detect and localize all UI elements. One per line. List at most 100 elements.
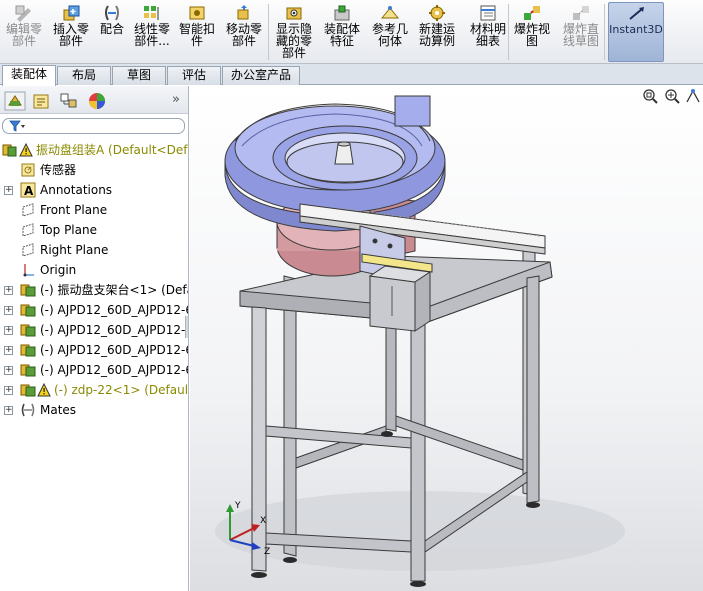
tree-item[interactable]: + (-) AJPD12_60D_AJPD12-60 xyxy=(0,300,188,320)
tab-2[interactable]: 草图 xyxy=(112,66,166,85)
toolbar-button-label: 参考几 何体 xyxy=(371,22,408,48)
expand-toggle-icon[interactable]: + xyxy=(4,286,13,295)
tree-item[interactable]: Front Plane xyxy=(0,200,188,220)
exploded-view-icon xyxy=(522,4,542,22)
filter-bar xyxy=(0,114,188,138)
triad-z-axis xyxy=(229,539,255,547)
toolbar-button-motion-study[interactable]: 新建运 动算例 xyxy=(414,2,460,62)
tree-item-label: Front Plane xyxy=(40,203,108,217)
tree-item-label: 振动盘组装A (Default<Default_Display xyxy=(36,143,188,157)
tree-item[interactable]: + (-) AJPD12_60D_AJPD12-60 xyxy=(0,320,189,340)
tree-item[interactable]: Top Plane xyxy=(0,220,188,240)
feature-manager-icon[interactable] xyxy=(4,91,26,111)
command-manager-toolbar: 编辑零 部件 插入零 部件 配合 线性零 部件... 智能扣 件移动零 部件 显示隐 藏的… xyxy=(0,0,703,64)
origin-icon xyxy=(20,262,36,278)
coordinate-triad: Y X Z xyxy=(226,501,270,557)
toolbar-button-smart-fasteners[interactable]: 智能扣 件 xyxy=(176,2,218,62)
tab-1[interactable]: 布局 xyxy=(57,66,111,85)
tree-item-label: (-) 振动盘支架台<1> (Default< xyxy=(40,283,188,297)
toolbar-button-label: 新建运 动算例 xyxy=(418,22,455,48)
feature-manager-panel: » 振动盘组装A (Default<Default_Display 传感器 + A An… xyxy=(0,86,189,591)
panel-tabs-bar: » xyxy=(0,86,188,114)
toolbar-button-move-component[interactable]: 移动零 部件 xyxy=(220,2,268,62)
tab-3[interactable]: 评估 xyxy=(167,66,221,85)
expand-toggle-icon[interactable]: + xyxy=(4,306,13,315)
mate-icon xyxy=(102,4,122,22)
sensor-icon xyxy=(20,162,36,178)
tree-item-label: (-) AJPD12_60D_AJPD12-60 xyxy=(40,343,189,357)
toolbar-button-label: 材料明 细表 xyxy=(469,22,506,48)
toolbar-button-assembly-features[interactable]: 装配体 特征 xyxy=(318,2,366,62)
tree-item[interactable]: 振动盘组装A (Default<Default_Display xyxy=(0,140,188,160)
triad-y-arrow xyxy=(226,504,234,512)
configuration-manager-icon[interactable] xyxy=(58,91,80,111)
toolbar-button-reference-geometry[interactable]: 参考几 何体 xyxy=(368,2,412,62)
expand-toggle-icon[interactable]: + xyxy=(4,186,13,195)
smart-fasteners-icon xyxy=(187,4,207,22)
tree-item[interactable]: + (-) AJPD12_60D_AJPD12-60 xyxy=(0,340,189,360)
instant3d-icon xyxy=(626,5,646,23)
tree-item[interactable]: Right Plane xyxy=(0,240,188,260)
toolbar-button-label: 爆炸视 图 xyxy=(513,22,550,48)
tree-item-label: 传感器 xyxy=(40,163,77,177)
panel-expand-icon[interactable]: » xyxy=(172,92,180,107)
toolbar-button-label: 爆炸直 线草图 xyxy=(562,22,599,48)
expand-toggle-icon[interactable]: + xyxy=(4,346,13,355)
toolbar-button-exploded-view[interactable]: 爆炸视 图 xyxy=(510,2,554,62)
graphics-viewport[interactable]: Y X Z xyxy=(190,86,703,591)
tree-item-label: (-) AJPD12_60D_AJPD12-60 xyxy=(40,323,189,337)
subassembly-warning-icon xyxy=(20,382,54,398)
reference-geometry-icon xyxy=(380,4,400,22)
tree-item-label: (-) zdp-22<1> (Default<<De xyxy=(54,383,189,397)
toolbar-button-label: 智能扣 件 xyxy=(178,22,215,48)
assembly-features-icon xyxy=(332,4,352,22)
toolbar-button-edit-component[interactable]: 编辑零 部件 xyxy=(2,2,46,62)
tab-0[interactable]: 装配体 xyxy=(2,65,56,86)
tree-item-label: (-) AJPD12_60D_AJPD12-60 xyxy=(40,363,189,377)
insert-component-icon xyxy=(61,4,81,22)
expand-toggle-icon[interactable]: + xyxy=(4,326,13,335)
toolbar-button-insert-component[interactable]: 插入零 部件 xyxy=(48,2,94,62)
svg-text:A: A xyxy=(24,184,34,198)
panel-splitter[interactable] xyxy=(185,316,188,338)
tree-item[interactable]: + Mates xyxy=(0,400,188,420)
toolbar-button-label: 线性零 部件... xyxy=(133,22,170,48)
triad-z-label: Z xyxy=(264,547,270,557)
tree-item[interactable]: + (-) zdp-22<1> (Default<<De xyxy=(0,380,189,400)
toolbar-button-label: 移动零 部件 xyxy=(225,22,262,48)
motion-study-icon xyxy=(427,4,447,22)
toolbar-button-linear-pattern[interactable]: 线性零 部件... xyxy=(130,2,174,62)
toolbar-button-show-hidden[interactable]: 显示隐 藏的零 部件 xyxy=(272,2,316,62)
feature-tree: 振动盘组装A (Default<Default_Display 传感器 + A Anno… xyxy=(0,140,189,420)
property-manager-icon[interactable] xyxy=(30,91,52,111)
tree-item-label: Right Plane xyxy=(40,243,109,257)
tree-item-label: Top Plane xyxy=(40,223,97,237)
expand-toggle-icon[interactable]: + xyxy=(4,366,13,375)
toolbar-separator xyxy=(268,4,269,60)
tree-item[interactable]: Origin xyxy=(0,260,188,280)
explode-line-sketch-icon xyxy=(571,4,591,22)
tree-item[interactable]: + (-) 振动盘支架台<1> (Default< xyxy=(0,280,188,300)
subassembly-icon xyxy=(20,302,36,318)
tab-4[interactable]: 办公室产品 xyxy=(222,66,300,85)
tree-item-label: Mates xyxy=(40,403,77,417)
toolbar-button-mate[interactable]: 配合 xyxy=(96,2,128,62)
filter-input[interactable] xyxy=(2,118,185,134)
tree-item-label: Origin xyxy=(40,263,77,277)
bill-of-materials-icon xyxy=(478,4,498,22)
show-hidden-icon xyxy=(284,4,304,22)
toolbar-button-instant3d[interactable]: Instant3D xyxy=(608,2,664,62)
subassembly-icon xyxy=(20,362,36,378)
toolbar-button-bill-of-materials[interactable]: 材料明 细表 xyxy=(466,2,510,62)
tree-item[interactable]: + A Annotations xyxy=(0,180,188,200)
toolbar-button-explode-line-sketch[interactable]: 爆炸直 线草图 xyxy=(556,2,606,62)
tree-item[interactable]: + (-) AJPD12_60D_AJPD12-60 xyxy=(0,360,189,380)
filter-icon[interactable] xyxy=(9,119,27,136)
toolbar-button-label: 显示隐 藏的零 部件 xyxy=(275,22,312,60)
expand-toggle-icon[interactable]: + xyxy=(4,386,13,395)
expand-toggle-icon[interactable]: + xyxy=(4,406,13,415)
tree-item[interactable]: 传感器 xyxy=(0,160,188,180)
command-manager-tabs: 装配体 布局 草图 评估 办公室产品 xyxy=(0,64,703,86)
display-manager-icon[interactable] xyxy=(86,91,108,111)
triad-y-label: Y xyxy=(234,501,241,511)
